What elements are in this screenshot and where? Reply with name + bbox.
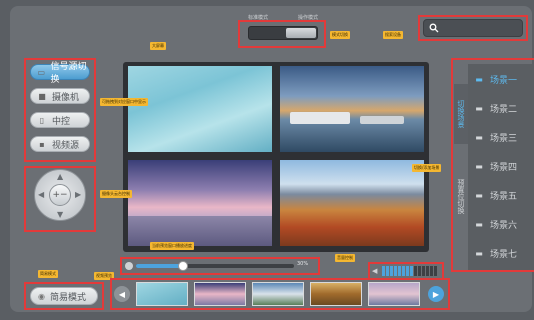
arrow-up-icon[interactable]: ▲ (57, 172, 63, 181)
source-label: 信号源切换 (50, 62, 87, 85)
folder-icon: ▬ (475, 161, 483, 171)
volume-segment (422, 266, 425, 276)
window-4[interactable] (280, 160, 424, 246)
scene-item-1[interactable]: ▬ 场景一 (474, 68, 534, 90)
folder-icon: ▬ (475, 74, 483, 84)
simple-mode-label: 简易模式 (49, 292, 86, 303)
source-list: ▭ 信号源切换 ■ 摄像机 ▯ 中控 ▪ 视频源 (24, 58, 96, 162)
volume-callout: 音量控制 (335, 254, 355, 262)
source-label: 中控 (52, 116, 71, 127)
big-screen (123, 62, 429, 252)
search-callout: 搜索设备 (383, 31, 403, 39)
scene-item-4[interactable]: ▬ 场景四 (474, 155, 534, 177)
source-callout: 可拖拽到对应窗口中显示 (100, 98, 148, 106)
ptz-callout: 摄像头云台控制 (100, 190, 132, 198)
search-input[interactable] (442, 22, 518, 34)
source-button-control[interactable]: ▯ 中控 (30, 112, 90, 128)
search-box[interactable] (423, 19, 523, 37)
source-button-video[interactable]: ▪ 视频源 (30, 136, 90, 152)
arrow-down-icon[interactable]: ▼ (57, 210, 63, 219)
progress-fill (136, 264, 184, 268)
thumb-1[interactable] (136, 282, 188, 306)
volume-segment (426, 266, 429, 276)
zoom-center-button[interactable]: +− (49, 184, 71, 206)
volume-segment (406, 266, 409, 276)
volume-segment (382, 266, 385, 276)
volume-segment (414, 266, 417, 276)
simple-mode-button[interactable]: ◉ 简易模式 (30, 287, 98, 305)
app-screen: 标准模式 操作模式 模式切换 搜索设备 大屏幕 ▭ 信号源切换 ■ 摄像机 ▯ … (10, 6, 534, 312)
tab-preset-switch[interactable]: 预置位切换 (454, 156, 468, 236)
progress-start-icon[interactable] (125, 262, 133, 270)
volume-segment (418, 266, 421, 276)
volume-segment (386, 266, 389, 276)
progress-value: 30% (297, 261, 309, 267)
scene-item-6[interactable]: ▬ 场景六 (474, 213, 534, 235)
scene-item-2[interactable]: ▬ 场景二 (474, 97, 534, 119)
monitor-icon: ▭ (37, 67, 46, 77)
video-icon: ▪ (39, 139, 45, 149)
window-3[interactable] (128, 160, 272, 246)
tab-switch-scene[interactable]: 切换场景 (454, 84, 468, 144)
side-tab-bar: 切换场景 预置位切换 (454, 64, 468, 264)
scene-callout: 切换/添加场景 (412, 164, 442, 172)
progress-callout: 当前预览窗口播放进度 (150, 242, 194, 250)
arrow-right-icon[interactable]: ▶ (75, 190, 81, 199)
chevron-right-icon[interactable]: ▶ (428, 286, 444, 302)
ptz-pad[interactable]: ▲ ▼ ◀ ▶ +− (34, 169, 86, 221)
camera-icon: ■ (38, 91, 46, 101)
progress-track[interactable] (136, 261, 294, 271)
volume-bar[interactable] (382, 266, 440, 276)
arrow-left-icon[interactable]: ◀ (38, 190, 44, 199)
window-2[interactable] (280, 66, 424, 152)
volume-segment (394, 266, 397, 276)
folder-icon: ▬ (475, 103, 483, 113)
thumb-5[interactable] (368, 282, 420, 306)
chevron-left-icon[interactable]: ◀ (114, 286, 130, 302)
mode-switch-callout: 模式切换 (330, 31, 350, 39)
eye-icon: ◉ (38, 291, 45, 301)
folder-icon: ▬ (475, 219, 483, 229)
thumb-2[interactable] (194, 282, 246, 306)
control-icon: ▯ (39, 115, 45, 125)
thumb-strip: ◀ ▶ (110, 278, 450, 310)
volume-segment (430, 266, 433, 276)
mode-toggle[interactable] (248, 26, 318, 40)
mode-toggle-thumb[interactable] (286, 28, 316, 38)
volume-segment (410, 266, 413, 276)
folder-icon: ▬ (475, 190, 483, 200)
volume-segment (434, 266, 437, 276)
search-icon[interactable] (429, 23, 439, 33)
scene-list: ▬ 场景一 ▬ 场景二 ▬ 场景三 ▬ 场景四 ▬ 场景五 ▬ 场景六 ▬ 场景七 (468, 64, 534, 270)
simple-mode-callout: 简易模式 (38, 270, 58, 278)
scene-item-3[interactable]: ▬ 场景三 (474, 126, 534, 148)
big-screen-callout: 大屏幕 (150, 42, 166, 50)
source-label: 视频源 (52, 140, 80, 151)
volume-segment (390, 266, 393, 276)
window-1[interactable] (128, 66, 272, 152)
scene-item-7[interactable]: ▬ 场景七 (474, 242, 534, 264)
volume-segment (398, 266, 401, 276)
folder-icon: ▬ (475, 248, 483, 258)
source-label: 摄像机 (52, 92, 80, 103)
scene-item-5[interactable]: ▬ 场景五 (474, 184, 534, 206)
source-button-camera[interactable]: ■ 摄像机 (30, 88, 90, 104)
folder-icon: ▬ (475, 132, 483, 142)
source-button-signal[interactable]: ▭ 信号源切换 (30, 62, 90, 85)
volume-segment (402, 266, 405, 276)
thumb-4[interactable] (310, 282, 362, 306)
volume-icon[interactable]: ◀ (372, 267, 377, 275)
thumb-3[interactable] (252, 282, 304, 306)
